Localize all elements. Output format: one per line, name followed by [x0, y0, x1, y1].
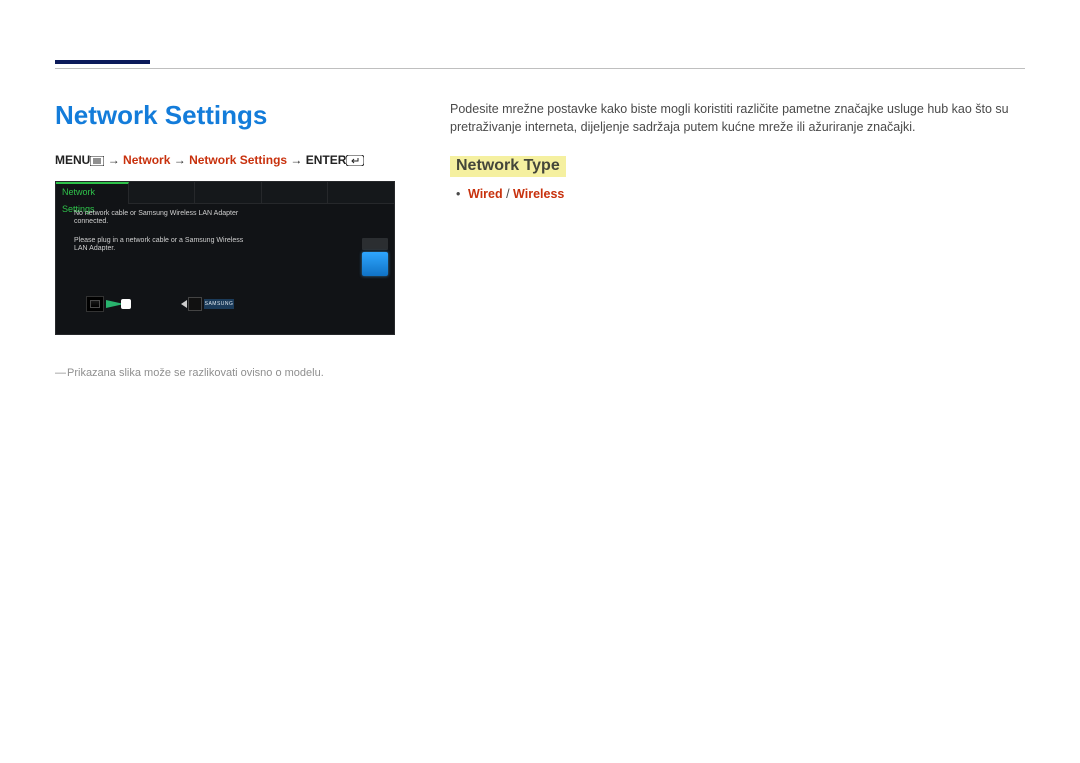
tv-body: No network cable or Samsung Wireless LAN… — [74, 210, 376, 324]
tv-tab-empty — [328, 182, 394, 204]
path-step-network: Network — [123, 153, 170, 167]
tv-side-disabled-button — [362, 238, 388, 250]
option-separator: / — [503, 187, 513, 201]
header-accent-bar — [55, 60, 150, 64]
adapter-brand-strip: SAMSUNG — [204, 299, 234, 309]
menu-path: MENU → Network → Network Settings → ENTE… — [55, 153, 400, 169]
tv-tab-empty — [129, 182, 196, 204]
adapter-brand-label: SAMSUNG — [205, 301, 234, 307]
lan-cable-icon — [86, 296, 131, 312]
tv-tab-empty — [195, 182, 262, 204]
tv-tab-active: Network Settings — [56, 182, 129, 204]
right-column: Podesite mrežne postavke kako biste mogl… — [450, 100, 1025, 379]
tv-tab-bar: Network Settings — [56, 182, 394, 204]
arrow-icon: → — [290, 153, 305, 167]
option-wireless: Wireless — [513, 187, 564, 201]
header-divider — [55, 68, 1025, 69]
tv-tab-empty — [262, 182, 329, 204]
enter-button-icon — [346, 155, 364, 169]
footnote: Prikazana slika može se razlikovati ovis… — [55, 367, 400, 379]
tv-side-highlight-button — [362, 252, 388, 276]
adapter-pin-icon — [181, 300, 187, 308]
lan-plug-head-icon — [121, 299, 131, 309]
subheading-network-type: Network Type — [450, 156, 566, 177]
tv-message-line1: No network cable or Samsung Wireless LAN… — [74, 210, 254, 227]
page-layout: Network Settings MENU → Network → Networ… — [55, 100, 1025, 379]
enter-label: ENTER — [306, 153, 347, 167]
tv-screenshot: Network Settings No network cable or Sam… — [55, 181, 395, 335]
lan-port-icon — [86, 296, 104, 312]
description-paragraph: Podesite mrežne postavke kako biste mogl… — [450, 100, 1025, 136]
menu-label: MENU — [55, 153, 90, 167]
tv-message-line2: Please plug in a network cable or a Sams… — [74, 237, 254, 254]
arrow-icon: → — [174, 153, 189, 167]
wireless-adapter-icon: SAMSUNG — [181, 297, 234, 311]
option-wired: Wired — [468, 187, 503, 201]
left-column: Network Settings MENU → Network → Networ… — [55, 100, 400, 379]
arrow-icon: → — [108, 153, 123, 167]
menu-button-icon — [90, 155, 104, 169]
path-step-network-settings: Network Settings — [189, 153, 287, 167]
adapter-body-icon — [188, 297, 202, 311]
tv-connection-icons: SAMSUNG — [86, 296, 234, 312]
section-title: Network Settings — [55, 100, 400, 131]
network-type-options: Wired / Wireless — [450, 187, 1025, 201]
